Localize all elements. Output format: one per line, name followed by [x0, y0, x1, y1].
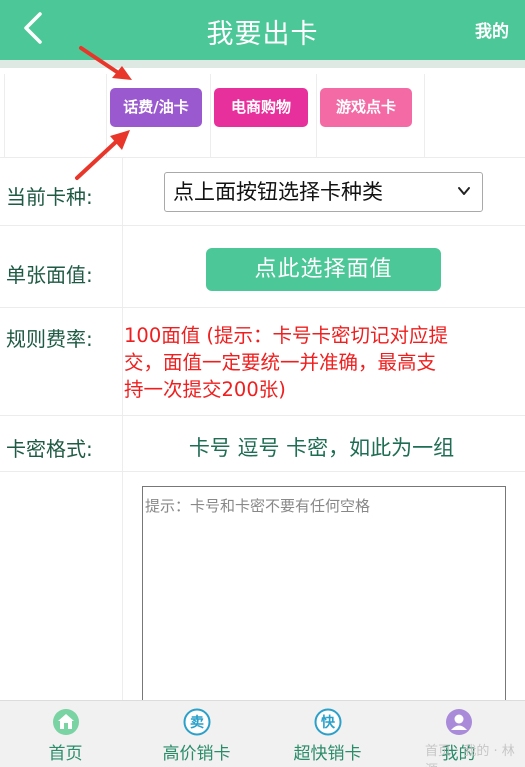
rate-label: 规则费率: — [6, 327, 93, 351]
card-type-select[interactable]: 点上面按钮选择卡种类 — [164, 172, 483, 212]
user-icon — [445, 709, 472, 735]
column-divider — [424, 74, 425, 157]
category-button-phone-oil[interactable]: 话费/油卡 — [110, 88, 202, 127]
chevron-down-icon — [458, 187, 470, 195]
nav-label-home: 首页 — [48, 744, 83, 764]
category-button-game-card[interactable]: 游戏点卡 — [320, 88, 412, 127]
card-type-label: 当前卡种: — [6, 185, 93, 209]
column-divider — [122, 308, 123, 415]
card-type-select-value: 点上面按钮选择卡种类 — [173, 180, 383, 204]
nav-item-sell[interactable]: 卖 高价销卡 — [131, 701, 262, 767]
format-label: 卡密格式: — [6, 437, 93, 461]
fast-icon: 快 — [314, 708, 341, 736]
rate-text: 100面值 (提示：卡号卡密切记对应提交，面值一定要统一并准确，最高支持一次提交… — [124, 324, 449, 401]
column-divider — [4, 74, 5, 157]
face-value-label: 单张面值: — [6, 263, 93, 287]
column-divider — [122, 158, 123, 225]
column-divider — [122, 226, 123, 307]
column-divider — [122, 416, 123, 471]
home-icon — [52, 709, 79, 735]
category-button-ecommerce[interactable]: 电商购物 — [214, 88, 308, 127]
card-input-textarea[interactable]: 提示：卡号和卡密不要有任何空格 — [142, 486, 506, 716]
nav-label-fast-sell: 超快销卡 — [293, 744, 362, 764]
pointer-arrow-icon — [79, 46, 132, 80]
watermark: 首页 · 我的 · 林源 — [425, 744, 515, 767]
sell-icon: 卖 — [183, 708, 210, 736]
card-input-placeholder: 提示：卡号和卡密不要有任何空格 — [145, 497, 371, 515]
format-text: 卡号 逗号 卡密，如此为一组 — [188, 436, 455, 460]
column-divider — [316, 74, 317, 157]
nav-label-sell: 高价销卡 — [162, 744, 231, 764]
fast-icon-glyph: 快 — [321, 714, 336, 731]
select-face-value-button[interactable]: 点此选择面值 — [206, 248, 441, 291]
column-divider — [210, 74, 211, 157]
nav-item-home[interactable]: 首页 — [0, 701, 131, 767]
nav-item-fast-sell[interactable]: 快 超快销卡 — [262, 701, 393, 767]
column-divider — [122, 472, 123, 700]
sell-icon-glyph: 卖 — [190, 714, 204, 731]
header-mine-link[interactable]: 我的 — [475, 17, 509, 42]
